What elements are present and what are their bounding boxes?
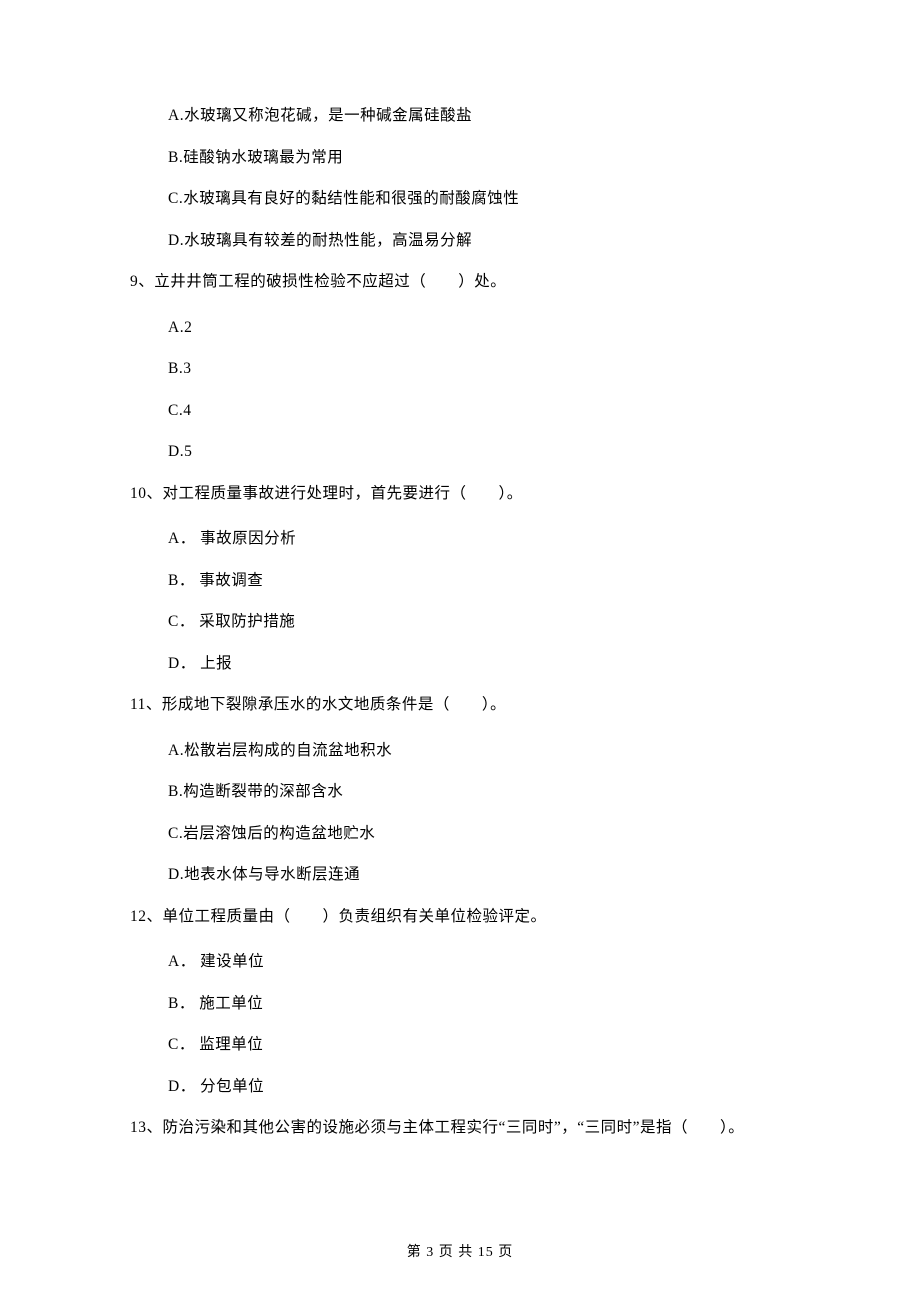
q13-stem: 13、防治污染和其他公害的设施必须与主体工程实行“三同时”，“三同时”是指（ ）… [130,1120,790,1136]
q8-option-b: B.硅酸钠水玻璃最为常用 [168,150,790,166]
q10-stem: 10、对工程质量事故进行处理时，首先要进行（ ）。 [130,486,790,502]
q8-option-a: A.水玻璃又称泡花碱，是一种碱金属硅酸盐 [168,108,790,124]
q9-option-b: B.3 [168,361,790,377]
q10-option-d: D． 上报 [168,656,790,672]
q9-option-a: A.2 [168,320,790,336]
q12-stem: 12、单位工程质量由（ ）负责组织有关单位检验评定。 [130,909,790,925]
page-footer: 第 3 页 共 15 页 [0,1246,920,1260]
q8-option-d: D.水玻璃具有较差的耐热性能，高温易分解 [168,233,790,249]
q12-option-a: A． 建设单位 [168,954,790,970]
q8-option-c: C.水玻璃具有良好的黏结性能和很强的耐酸腐蚀性 [168,191,790,207]
q9-option-d: D.5 [168,444,790,460]
q10-option-c: C． 采取防护措施 [168,614,790,630]
q9-stem: 9、立井井筒工程的破损性检验不应超过（ ）处。 [130,274,790,290]
q11-stem: 11、形成地下裂隙承压水的水文地质条件是（ ）。 [130,697,790,713]
q10-option-a: A． 事故原因分析 [168,531,790,547]
q12-option-d: D． 分包单位 [168,1079,790,1095]
q11-option-a: A.松散岩层构成的自流盆地积水 [168,743,790,759]
q10-option-b: B． 事故调查 [168,573,790,589]
q9-option-c: C.4 [168,403,790,419]
q12-option-b: B． 施工单位 [168,996,790,1012]
document-page: A.水玻璃又称泡花碱，是一种碱金属硅酸盐 B.硅酸钠水玻璃最为常用 C.水玻璃具… [0,0,920,1302]
q11-option-b: B.构造断裂带的深部含水 [168,784,790,800]
q11-option-c: C.岩层溶蚀后的构造盆地贮水 [168,826,790,842]
q12-option-c: C． 监理单位 [168,1037,790,1053]
q11-option-d: D.地表水体与导水断层连通 [168,867,790,883]
